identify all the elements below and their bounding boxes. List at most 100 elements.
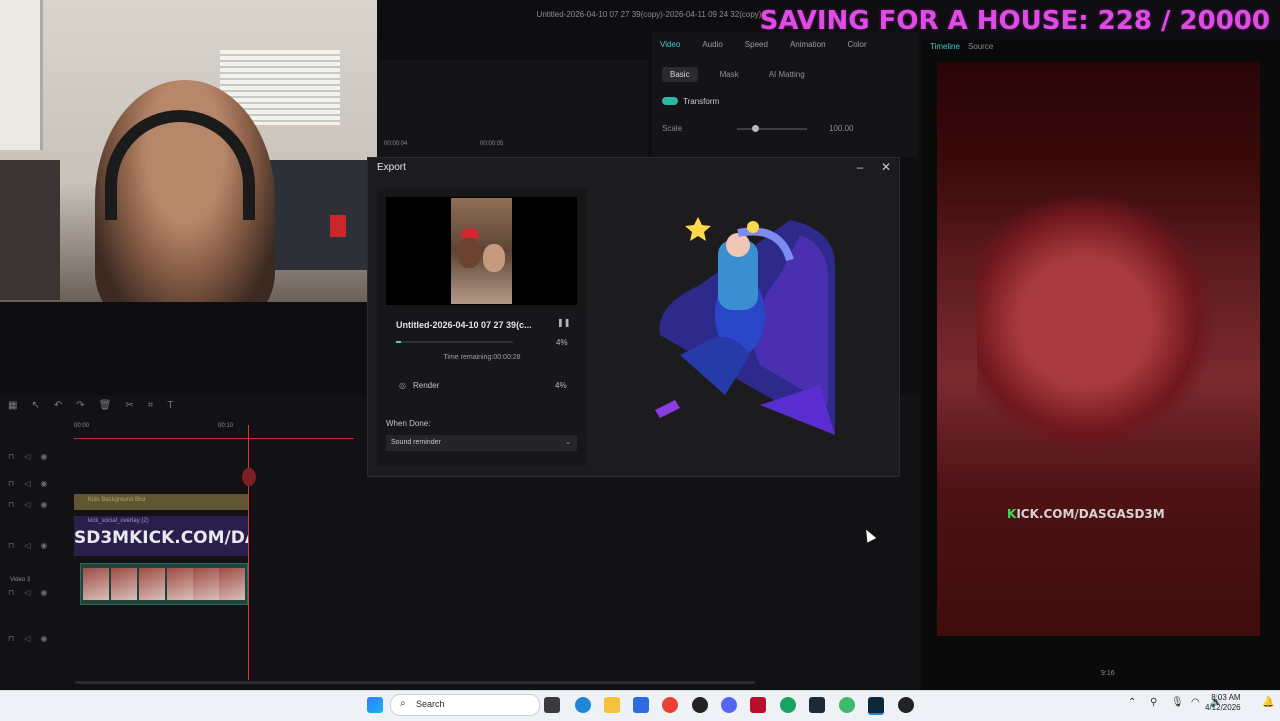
mini-time-start: 00:00:04 <box>384 141 408 147</box>
notification-bell-icon[interactable]: 🔔 <box>1262 697 1274 708</box>
lock-icon[interactable]: ⊓ <box>8 588 14 597</box>
taskbar-clock[interactable]: 8:03 AM 4/12/2026 <box>1205 693 1241 713</box>
webcam-door <box>0 0 43 150</box>
webcam-desk <box>0 160 60 300</box>
lock-icon[interactable]: ⊓ <box>8 634 14 643</box>
video-track-label: Video 3 <box>10 577 31 583</box>
track-controls-1: ⊓ ◁ ◉ <box>8 452 47 461</box>
ruler-line <box>74 438 354 439</box>
task-view-icon[interactable] <box>544 697 560 713</box>
chevron-up-icon[interactable]: ⌃ <box>1128 697 1136 708</box>
when-done-select[interactable]: Sound reminder ⌄ <box>386 435 577 451</box>
tab-timeline[interactable]: Timeline <box>930 42 960 51</box>
thumb-red-cap <box>461 228 479 238</box>
webcam-feed <box>0 0 377 302</box>
tab-speed[interactable]: Speed <box>745 40 768 49</box>
browser-icon-2[interactable] <box>839 697 855 713</box>
scale-slider-knob[interactable] <box>752 125 759 132</box>
grid-icon[interactable]: ▦ <box>8 400 17 411</box>
store-icon[interactable] <box>633 697 649 713</box>
lock-icon[interactable]: ⊓ <box>8 479 14 488</box>
preview-subject <box>977 192 1217 452</box>
playhead[interactable] <box>248 425 249 680</box>
tab-video[interactable]: Video <box>660 40 680 49</box>
preview-tabs: Timeline Source <box>930 42 993 51</box>
timeline-toolbar: ▦ ↖ ↶ ↷ 🗑 ✂ ⌗ T <box>8 400 173 411</box>
crop-icon[interactable]: ⌗ <box>148 400 154 411</box>
transform-label: Transform <box>683 97 720 106</box>
tab-source[interactable]: Source <box>968 42 993 51</box>
edge-icon[interactable] <box>575 697 591 713</box>
text-icon[interactable]: T <box>167 400 173 411</box>
eye-icon[interactable]: ◉ <box>40 634 47 643</box>
mute-icon[interactable]: ◁ <box>24 500 30 509</box>
lock-icon[interactable]: ⊓ <box>8 541 14 550</box>
wifi-icon[interactable]: ◠ <box>1191 697 1200 708</box>
app-icon[interactable] <box>692 697 708 713</box>
eye-icon[interactable]: ◉ <box>40 452 47 461</box>
redo-icon[interactable]: ↷ <box>76 400 84 411</box>
lock-icon[interactable]: ⊓ <box>8 452 14 461</box>
subtab-basic[interactable]: Basic <box>662 67 698 82</box>
mute-icon[interactable]: ◁ <box>24 452 30 461</box>
timeline-scrollbar[interactable] <box>75 681 755 684</box>
aspect-ratio[interactable]: 9:16 <box>1101 670 1115 677</box>
taskbar-search[interactable]: ⌕ Search <box>390 694 540 716</box>
eye-icon[interactable]: ◉ <box>40 500 47 509</box>
pause-icon[interactable]: ❚❚ <box>557 318 570 327</box>
tab-audio[interactable]: Audio <box>702 40 722 49</box>
watermark-text: ICK.COM/DASGASD3M <box>1016 507 1165 521</box>
track-controls-3: ⊓ ◁ ◉ <box>8 500 47 509</box>
thumb-person <box>457 238 481 268</box>
ruler-10s: 00:10 <box>218 423 234 429</box>
preview-watermark: KICK.COM/DASGASD3M <box>1007 507 1165 521</box>
chrome-icon[interactable] <box>662 697 678 713</box>
webcam-red-cup <box>330 215 346 237</box>
tab-animation[interactable]: Animation <box>790 40 826 49</box>
video-clip[interactable] <box>80 563 248 605</box>
capcut-icon[interactable] <box>868 697 884 715</box>
render-icon: ◎ <box>399 381 406 390</box>
delete-icon[interactable]: 🗑 <box>99 400 112 411</box>
clip-frame <box>193 568 219 600</box>
lock-icon[interactable]: ⊓ <box>8 500 14 509</box>
select-icon[interactable]: ↖ <box>31 400 39 411</box>
minimize-icon[interactable]: – <box>853 160 867 174</box>
export-filename: Untitled-2026-04-10 07 27 39(c... <box>396 320 532 330</box>
mute-icon[interactable]: ◁ <box>24 588 30 597</box>
property-subtabs: Basic Mask AI Matting <box>662 67 813 82</box>
discord-icon[interactable] <box>721 697 737 713</box>
mute-icon[interactable]: ◁ <box>24 634 30 643</box>
star-icon <box>685 217 711 241</box>
undo-icon[interactable]: ↶ <box>54 400 62 411</box>
scale-value[interactable]: 100.00 <box>829 124 853 133</box>
tab-color[interactable]: Color <box>848 40 867 49</box>
audio-clip[interactable]: Kids Background Blur <box>74 494 248 510</box>
playhead-marker[interactable] <box>242 468 256 486</box>
export-progress-track <box>396 341 513 343</box>
adobe-icon[interactable] <box>750 697 766 713</box>
windows-start-icon[interactable] <box>367 697 383 713</box>
track-controls-6: ⊓ ◁ ◉ <box>8 634 47 643</box>
clip-frame <box>139 568 165 600</box>
mic-icon[interactable]: 🎙 <box>1171 697 1184 708</box>
steam-icon[interactable] <box>809 697 825 713</box>
transform-toggle[interactable] <box>662 97 678 105</box>
scale-slider-track[interactable] <box>737 128 807 130</box>
close-icon[interactable]: ✕ <box>879 160 893 174</box>
export-title: Export <box>377 162 406 173</box>
overlay-clip-label: kick_social_overlay (2) <box>88 518 149 524</box>
subtab-ai-matting[interactable]: AI Matting <box>761 67 813 82</box>
browser-icon[interactable] <box>780 697 796 713</box>
mute-icon[interactable]: ◁ <box>24 479 30 488</box>
mute-icon[interactable]: ◁ <box>24 541 30 550</box>
overlay-clip[interactable]: kick_social_overlay (2) SD3MKICK.COM/DA <box>74 516 248 556</box>
eye-icon[interactable]: ◉ <box>40 588 47 597</box>
eye-icon[interactable]: ◉ <box>40 541 47 550</box>
file-explorer-icon[interactable] <box>604 697 620 713</box>
network-icon[interactable]: ⚲ <box>1150 697 1157 708</box>
obs-icon[interactable] <box>898 697 914 713</box>
split-icon[interactable]: ✂ <box>125 400 133 411</box>
eye-icon[interactable]: ◉ <box>40 479 47 488</box>
subtab-mask[interactable]: Mask <box>712 67 747 82</box>
